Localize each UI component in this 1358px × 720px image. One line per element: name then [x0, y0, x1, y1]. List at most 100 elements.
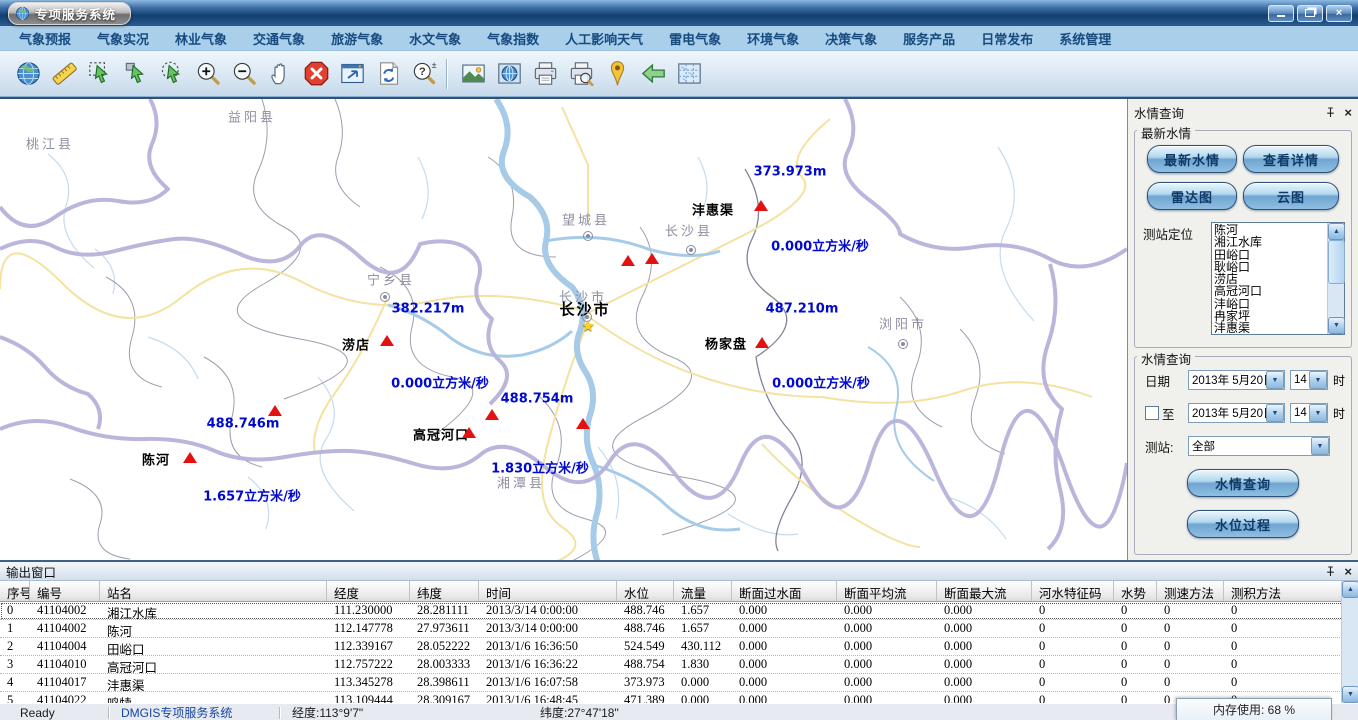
menu-item[interactable]: 旅游气象: [318, 29, 396, 48]
menu-item[interactable]: 气象实况: [84, 29, 162, 48]
station-marker-icon[interactable]: [754, 200, 768, 211]
column-header[interactable]: 站名: [100, 581, 327, 601]
globe-icon[interactable]: [10, 56, 46, 92]
chevron-down-icon[interactable]: ▼: [1266, 371, 1284, 389]
hour-from-select[interactable]: 14 ▼: [1290, 370, 1328, 390]
table-row[interactable]: 441104017沣惠渠113.34527828.3986112013/1/6 …: [0, 674, 1358, 692]
close-button[interactable]: ×: [1326, 5, 1352, 22]
column-header[interactable]: 经度: [327, 581, 410, 601]
table-row[interactable]: 341104010高冠河口112.75722228.0033332013/1/6…: [0, 656, 1358, 674]
column-header[interactable]: 编号: [30, 581, 100, 601]
column-header[interactable]: 水位: [617, 581, 674, 601]
scroll-down-icon[interactable]: ▼: [1328, 317, 1345, 334]
pin-icon[interactable]: [1325, 107, 1336, 118]
station-marker-icon[interactable]: [462, 427, 476, 438]
back-icon[interactable]: [635, 56, 671, 92]
print-icon[interactable]: [527, 56, 563, 92]
chevron-down-icon[interactable]: ▼: [1309, 404, 1327, 422]
column-header[interactable]: 河水特征码: [1032, 581, 1114, 601]
table-scrollbar[interactable]: ▲ ▼: [1341, 581, 1358, 703]
station-list-item[interactable]: 沣惠渠: [1214, 322, 1327, 333]
identify-icon[interactable]: ?±: [406, 56, 442, 92]
select-rect-icon[interactable]: [82, 56, 118, 92]
menu-item[interactable]: 交通气象: [240, 29, 318, 48]
grid-map-icon[interactable]: [671, 56, 707, 92]
menu-item[interactable]: 人工影响天气: [552, 29, 656, 48]
station-marker-icon[interactable]: [576, 418, 590, 429]
cloud-chart-button[interactable]: 云图: [1243, 182, 1339, 210]
minimize-button[interactable]: [1268, 5, 1294, 22]
menu-item[interactable]: 系统管理: [1046, 29, 1124, 48]
image-export-icon[interactable]: [455, 56, 491, 92]
water-level-process-button[interactable]: 水位过程: [1187, 510, 1299, 538]
menu-item[interactable]: 服务产品: [890, 29, 968, 48]
close-icon[interactable]: ×: [1344, 107, 1352, 118]
refresh-icon[interactable]: [370, 56, 406, 92]
scroll-up-icon[interactable]: ▲: [1328, 223, 1345, 240]
station-marker-icon[interactable]: [755, 337, 769, 348]
column-header[interactable]: 流量: [674, 581, 732, 601]
menu-item[interactable]: 水文气象: [396, 29, 474, 48]
map-canvas[interactable]: 益阳县桃江县望城县长沙县宁乡县长沙市浏阳市湘潭县沣惠渠涝店杨家盘陈河高冠河口长沙…: [0, 99, 1127, 560]
chevron-down-icon[interactable]: ▼: [1266, 404, 1284, 422]
view-details-button[interactable]: 查看详情: [1243, 145, 1339, 173]
column-header[interactable]: 断面过水面: [732, 581, 837, 601]
chevron-down-icon[interactable]: ▼: [1311, 437, 1329, 455]
world-view-icon[interactable]: [491, 56, 527, 92]
locate-pin-icon[interactable]: [599, 56, 635, 92]
column-header[interactable]: 时间: [479, 581, 617, 601]
stop-icon[interactable]: [298, 56, 334, 92]
select-icon[interactable]: [118, 56, 154, 92]
zoom-out-icon[interactable]: [226, 56, 262, 92]
chevron-down-icon[interactable]: ▼: [1309, 371, 1327, 389]
zoom-in-icon[interactable]: [190, 56, 226, 92]
column-header[interactable]: 测积方法: [1224, 581, 1342, 601]
station-marker-icon[interactable]: [380, 335, 394, 346]
select-circle-icon[interactable]: [154, 56, 190, 92]
menu-item[interactable]: 气象指数: [474, 29, 552, 48]
station-select[interactable]: 全部 ▼: [1188, 436, 1330, 456]
menu-item[interactable]: 林业气象: [162, 29, 240, 48]
table-row[interactable]: 241104004田峪口112.33916728.0522222013/1/6 …: [0, 638, 1358, 656]
scroll-down-icon[interactable]: ▼: [1342, 686, 1358, 703]
station-marker-icon[interactable]: [268, 405, 282, 416]
column-header[interactable]: 测速方法: [1157, 581, 1224, 601]
column-header[interactable]: 纬度: [410, 581, 479, 601]
station-list-item[interactable]: 高冠河口: [1214, 285, 1327, 297]
water-query-button[interactable]: 水情查询: [1187, 469, 1299, 497]
restore-button[interactable]: [1297, 5, 1323, 22]
scroll-thumb[interactable]: [1328, 240, 1345, 284]
menu-item[interactable]: 环境气象: [734, 29, 812, 48]
latest-water-button[interactable]: 最新水情: [1147, 145, 1237, 173]
station-listbox[interactable]: 陈河湘江水库田峪口耿峪口涝店高冠河口沣峪口冉家坪沣惠渠 ▲ ▼: [1211, 222, 1345, 335]
station-marker-icon[interactable]: [645, 253, 659, 264]
column-header[interactable]: 水势: [1114, 581, 1157, 601]
app-tab[interactable]: 专项服务系统: [8, 2, 131, 25]
to-checkbox[interactable]: [1145, 406, 1159, 420]
menu-item[interactable]: 决策气象: [812, 29, 890, 48]
menu-item[interactable]: 雷电气象: [656, 29, 734, 48]
print-preview-icon[interactable]: [563, 56, 599, 92]
hour-to-select[interactable]: 14 ▼: [1290, 403, 1328, 423]
close-icon[interactable]: ×: [1344, 566, 1352, 577]
station-marker-icon[interactable]: [621, 255, 635, 266]
listbox-scrollbar[interactable]: ▲ ▼: [1327, 223, 1344, 334]
full-extent-icon[interactable]: [334, 56, 370, 92]
menu-item[interactable]: 气象预报: [6, 29, 84, 48]
station-marker-icon[interactable]: [485, 409, 499, 420]
pin-icon[interactable]: [1325, 566, 1336, 577]
station-marker-icon[interactable]: [183, 452, 197, 463]
table-row[interactable]: 041104002湘江水库111.23000028.2811112013/3/1…: [0, 602, 1358, 620]
radar-chart-button[interactable]: 雷达图: [1147, 182, 1237, 210]
column-header[interactable]: 断面最大流: [937, 581, 1032, 601]
column-header[interactable]: 序号: [0, 581, 30, 601]
menu-item[interactable]: 日常发布: [968, 29, 1046, 48]
table-row[interactable]: 141104002陈河112.14777827.9736112013/3/14 …: [0, 620, 1358, 638]
station-list-item[interactable]: 湘江水库: [1214, 236, 1327, 248]
pan-icon[interactable]: [262, 56, 298, 92]
date-to-select[interactable]: 2013年 5月20日 ▼: [1188, 403, 1285, 423]
date-from-select[interactable]: 2013年 5月20日 ▼: [1188, 370, 1285, 390]
measure-icon[interactable]: [46, 56, 82, 92]
column-header[interactable]: 断面平均流: [837, 581, 937, 601]
scroll-up-icon[interactable]: ▲: [1342, 581, 1358, 598]
